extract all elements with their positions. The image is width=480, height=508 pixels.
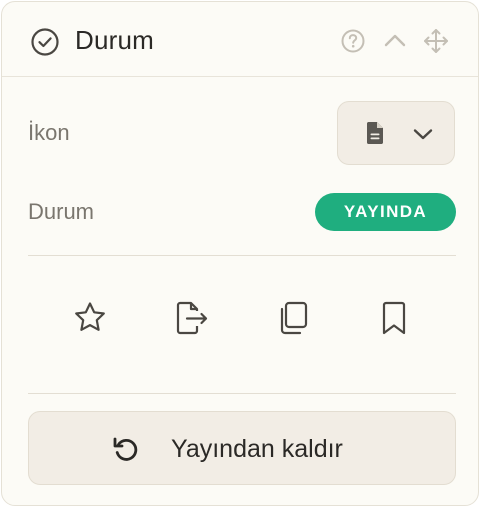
status-panel: Durum İkon Durum YAYINDA Yayından kaldır	[1, 1, 479, 506]
divider-bottom	[28, 393, 456, 394]
star-icon	[75, 302, 105, 331]
status-label: Durum	[28, 199, 95, 224]
check-circle-icon	[31, 28, 59, 56]
export-button[interactable]	[171, 298, 211, 338]
help-icon	[341, 29, 365, 53]
copy-button[interactable]	[273, 298, 313, 338]
status-badge: YAYINDA	[315, 193, 456, 231]
copy-icon	[280, 301, 308, 335]
panel-header: Durum	[2, 2, 478, 77]
collapse-button[interactable]	[381, 27, 409, 55]
document-icon	[367, 122, 383, 144]
help-button[interactable]	[339, 27, 367, 55]
chevron-down-icon	[413, 129, 433, 140]
unpublish-label: Yayından kaldır	[171, 435, 343, 463]
move-handle[interactable]	[422, 27, 450, 55]
divider-top	[28, 255, 456, 256]
export-icon	[176, 301, 208, 335]
undo-icon	[113, 437, 138, 461]
icon-select[interactable]	[337, 101, 455, 165]
bookmark-button[interactable]	[374, 298, 414, 338]
move-icon	[424, 29, 448, 53]
icon-label: İkon	[28, 120, 70, 145]
unpublish-button[interactable]: Yayından kaldır	[28, 411, 456, 485]
bookmark-icon	[382, 301, 406, 335]
favorite-button[interactable]	[70, 298, 110, 338]
chevron-up-icon	[384, 34, 406, 47]
panel-title: Durum	[75, 25, 155, 55]
